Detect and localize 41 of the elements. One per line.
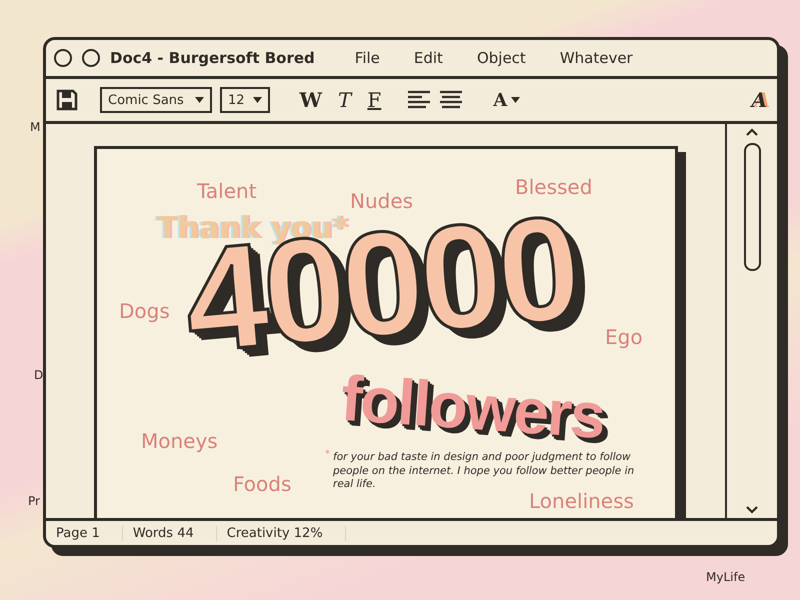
align-left-icon[interactable]: [407, 90, 432, 110]
background-word: Talent: [197, 179, 257, 203]
background-word: Foods: [233, 472, 292, 496]
window-button-icon[interactable]: [54, 49, 72, 67]
desktop-icon-label: D: [34, 368, 44, 382]
scroll-thumb[interactable]: [744, 143, 760, 271]
desktop-icon-label: Pr: [28, 494, 40, 508]
status-text: Words 44: [122, 526, 217, 540]
window-button-icon[interactable]: [82, 49, 100, 67]
desktop-icon-label: MyLife: [706, 570, 746, 584]
status-text: Creativity 12%: [216, 526, 346, 540]
footnote-text: for your bad taste in design and poor judgment to follow people on the internet. I hope you follow better people in real life.: [333, 451, 636, 492]
caret-icon: [252, 97, 262, 103]
desktop-icon-label: M: [30, 120, 40, 134]
footnote-mark: *: [325, 449, 330, 460]
menu-item[interactable]: Edit: [414, 49, 443, 67]
menu-item[interactable]: Whatever: [560, 49, 633, 67]
caret-icon: [195, 97, 204, 103]
text-style-button[interactable]: W: [296, 88, 326, 112]
menu-item[interactable]: Object: [476, 49, 526, 67]
size-dropdown[interactable]: 12: [220, 87, 270, 113]
status-text: Page 1: [46, 526, 123, 540]
save-icon[interactable]: [56, 89, 78, 111]
background-word: Nudes: [350, 189, 414, 213]
background-word: Loneliness: [529, 489, 634, 513]
background-word: Moneys: [141, 429, 218, 453]
app-logo: A: [751, 88, 767, 112]
scroll-up-icon[interactable]: [745, 128, 759, 137]
caret-icon: [511, 97, 520, 103]
font-dropdown[interactable]: Comic Sans: [100, 87, 212, 113]
background-word: Blessed: [515, 175, 592, 199]
text-style-button[interactable]: T: [334, 88, 356, 112]
align-justify-icon[interactable]: [439, 90, 464, 110]
menu-item[interactable]: File: [354, 49, 380, 67]
background-word: Dogs: [119, 299, 170, 323]
background-word: Ego: [605, 325, 643, 349]
window-title: Doc4 - Burgersoft Bored: [110, 49, 315, 67]
text-color-button[interactable]: A: [489, 90, 524, 110]
scroll-down-icon[interactable]: [745, 505, 759, 514]
text-style-button[interactable]: F: [363, 88, 386, 112]
headline-subtitle: followers: [339, 366, 606, 448]
